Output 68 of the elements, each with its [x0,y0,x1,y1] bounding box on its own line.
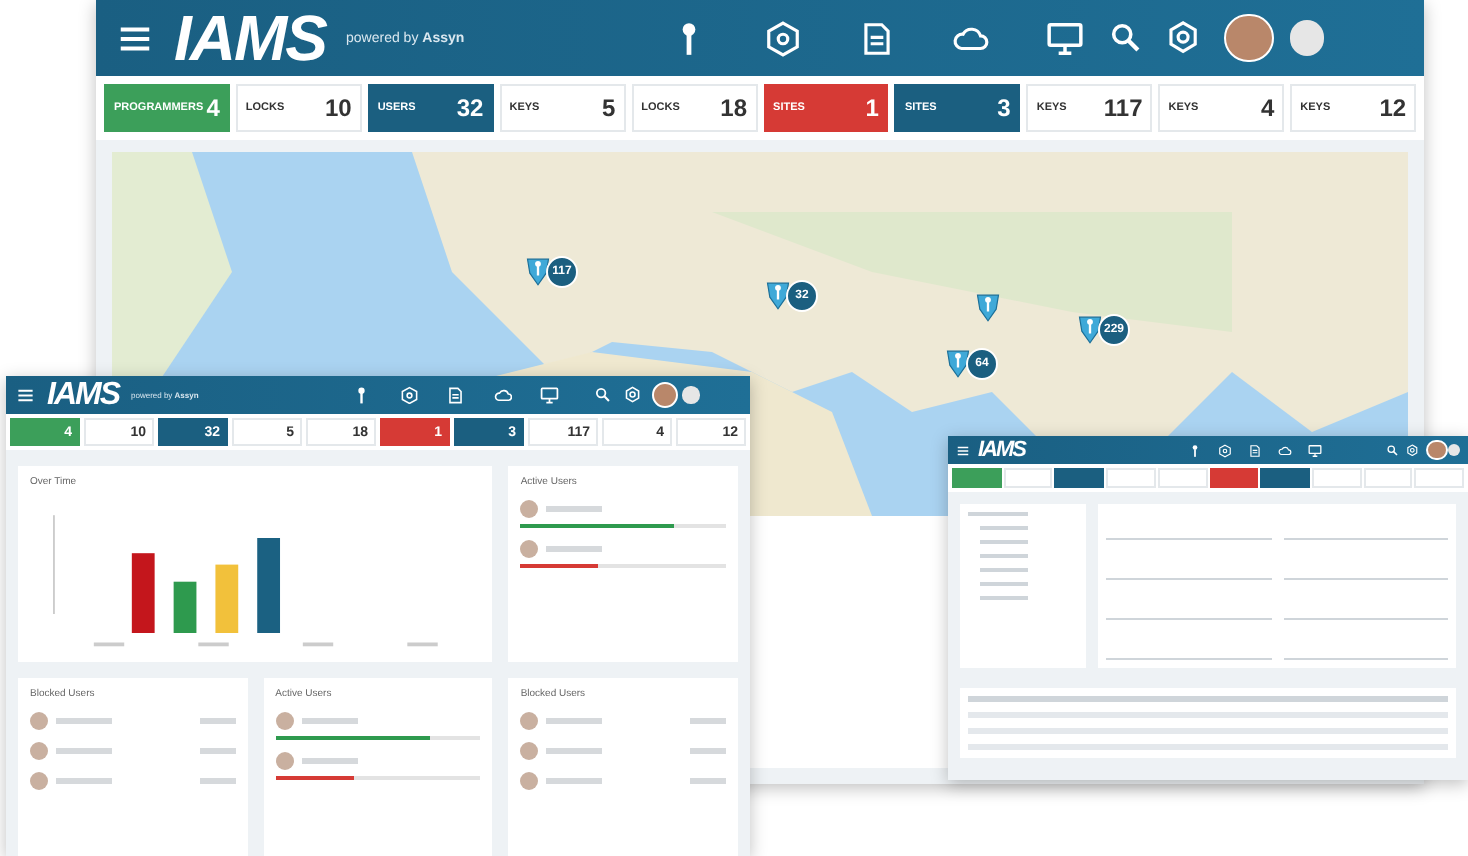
search-icon[interactable] [593,386,612,404]
user-name-line [301,718,358,724]
stat-value: 32 [456,94,484,122]
chart-bar [257,538,281,633]
monitor-icon[interactable] [1045,19,1084,57]
date-line [199,718,236,724]
user-name-line [56,718,112,724]
hexagon-icon[interactable] [1218,443,1233,457]
settings-icon[interactable] [1166,20,1201,56]
user-name-line [56,778,112,784]
stat-value: 12 [1379,94,1407,122]
stat-value: 3 [997,94,1011,122]
stat-value: 18 [720,94,748,122]
user-name-line [546,778,603,784]
avatar [520,500,539,518]
stat-card[interactable] [1209,468,1259,488]
user-name-line [546,718,603,724]
date-line [199,748,236,754]
stat-value: 1 [865,94,879,122]
chart-bar [215,564,239,633]
avatar [275,752,294,770]
monitor-icon[interactable] [1308,443,1323,457]
monitor-icon[interactable] [540,385,560,405]
avatar-badge [1447,443,1460,457]
user-name-line [301,758,358,764]
hexagon-icon[interactable] [399,385,419,405]
search-icon[interactable] [1385,443,1399,457]
settings-icon[interactable] [623,386,641,404]
logo: IAMS [47,379,119,411]
document-icon[interactable] [446,385,466,405]
menu-icon[interactable] [16,385,35,405]
date-line [689,748,726,754]
avatar[interactable] [1224,13,1274,63]
cloud-icon[interactable] [1278,443,1293,457]
avatar-badge [1289,20,1324,56]
avatar [520,540,539,558]
avatar[interactable] [652,381,679,409]
user-name-line [56,748,112,754]
axis-label-line [302,642,334,647]
stat-value: 4 [1260,94,1275,122]
user-name-line [546,506,603,512]
logo: IAMS [174,6,326,70]
avatar [275,712,294,730]
user-name-line [546,748,603,754]
settings-icon[interactable] [1406,443,1419,457]
stat-value: 117 [1103,94,1143,122]
date-line [199,778,236,784]
menu-icon[interactable] [956,443,970,457]
axis-line [53,514,55,615]
key-icon[interactable] [1188,443,1203,457]
axis-label-line [407,642,438,647]
cloud-icon[interactable] [493,385,513,405]
user-name-line [546,546,603,552]
date-line [689,778,726,784]
avatar-badge [682,386,700,404]
document-icon[interactable] [1248,443,1263,457]
chart-bar [131,553,155,633]
stat-value: 5 [601,94,616,122]
avatar[interactable] [1426,439,1448,461]
hexagon-icon[interactable] [763,19,802,57]
axis-label-line [93,642,125,647]
logo: IAMS [978,439,1025,461]
search-icon[interactable] [1107,20,1143,56]
stat-value: 10 [324,94,352,122]
stat-value: 4 [206,94,220,122]
chart-bar [173,581,197,633]
date-line [689,718,726,724]
axis-label-line [198,642,229,647]
